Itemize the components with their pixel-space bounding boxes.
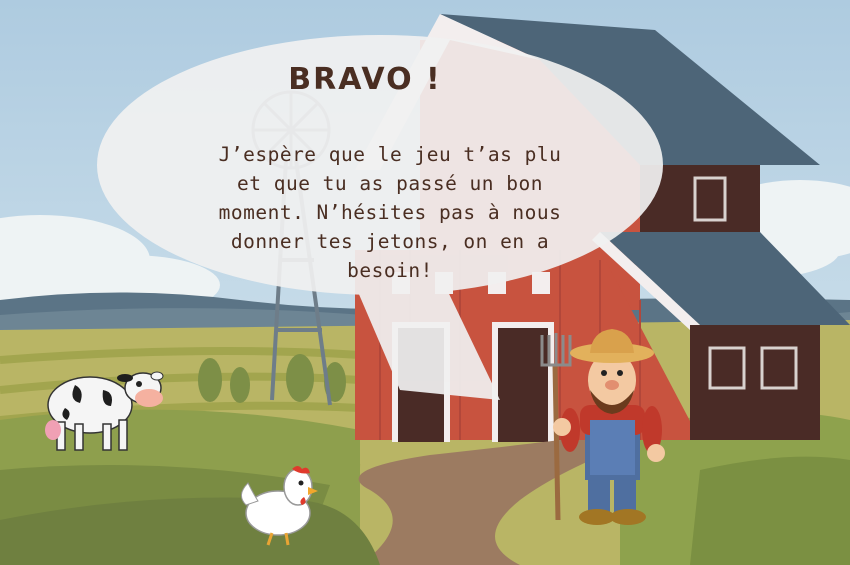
dialog-message: J’espère que le jeu t’as plu et que tu a… (218, 143, 562, 282)
game-scene: BRAVO ! J’espère que le jeu t’as plu et … (0, 0, 850, 565)
bravo-title: BRAVO ! (288, 62, 442, 97)
